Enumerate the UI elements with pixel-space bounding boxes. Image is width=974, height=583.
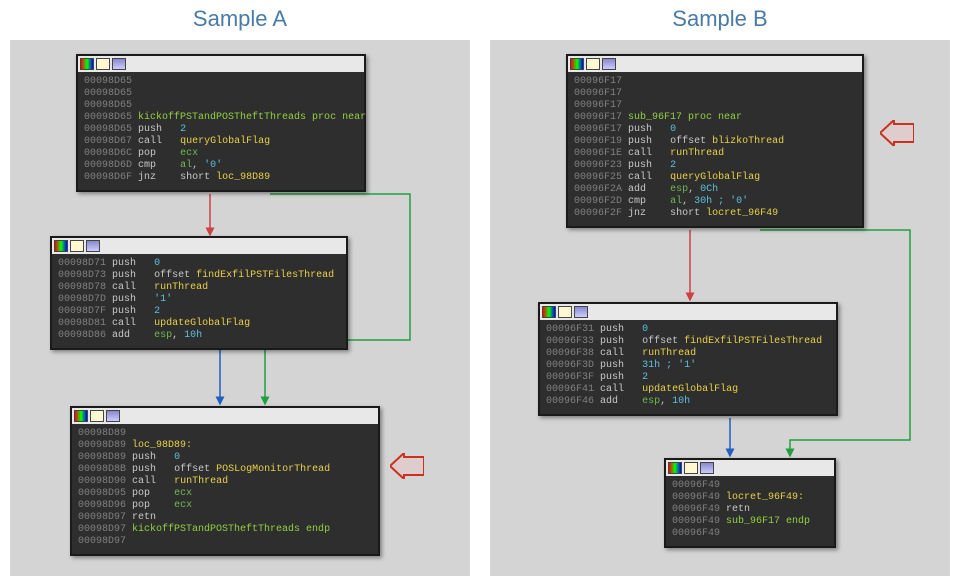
block-code: 00096F49 00096F49 locret_96F49: 00096F49… xyxy=(666,476,834,546)
block-a-0[interactable]: 00098D65 00098D65 00098D65 00098D65 kick… xyxy=(76,54,366,192)
block-code: 00098D89 00098D89 loc_98D89: 00098D89 pu… xyxy=(72,424,378,554)
callout-arrow-icon xyxy=(390,453,424,479)
sample-a-title: Sample A xyxy=(193,6,287,32)
sample-b-column: Sample B 00096F17 00096F17 00096F17 0009… xyxy=(490,0,950,576)
block-b-2[interactable]: 00096F49 00096F49 locret_96F49: 00096F49… xyxy=(664,458,836,548)
sample-b-panel: 00096F17 00096F17 00096F17 00096F17 sub_… xyxy=(490,40,950,576)
block-titlebar[interactable] xyxy=(540,304,836,320)
edit-icon[interactable] xyxy=(586,58,600,70)
edit-icon[interactable] xyxy=(90,410,104,422)
block-code: 00098D71 push 0 00098D73 push offset fin… xyxy=(52,254,346,348)
color-icon[interactable] xyxy=(542,306,556,318)
sample-b-title: Sample B xyxy=(672,6,767,32)
edit-icon[interactable] xyxy=(70,240,84,252)
block-code: 00096F31 push 0 00096F33 push offset fin… xyxy=(540,320,836,414)
block-a-1[interactable]: 00098D71 push 0 00098D73 push offset fin… xyxy=(50,236,348,350)
view-icon[interactable] xyxy=(602,58,616,70)
sample-a-panel: 00098D65 00098D65 00098D65 00098D65 kick… xyxy=(10,40,470,576)
block-titlebar[interactable] xyxy=(666,460,834,476)
view-icon[interactable] xyxy=(86,240,100,252)
view-icon[interactable] xyxy=(106,410,120,422)
color-icon[interactable] xyxy=(570,58,584,70)
block-b-0[interactable]: 00096F17 00096F17 00096F17 00096F17 sub_… xyxy=(566,54,864,228)
block-b-1[interactable]: 00096F31 push 0 00096F33 push offset fin… xyxy=(538,302,838,416)
callout-arrow-icon xyxy=(880,120,914,146)
block-a-2[interactable]: 00098D89 00098D89 loc_98D89: 00098D89 pu… xyxy=(70,406,380,556)
edit-icon[interactable] xyxy=(96,58,110,70)
edit-icon[interactable] xyxy=(684,462,698,474)
root-layout: Sample A 00098D65 00098D65 00098D xyxy=(0,0,974,576)
color-icon[interactable] xyxy=(54,240,68,252)
block-code: 00098D65 00098D65 00098D65 00098D65 kick… xyxy=(78,72,364,190)
block-titlebar[interactable] xyxy=(78,56,364,72)
block-titlebar[interactable] xyxy=(52,238,346,254)
block-titlebar[interactable] xyxy=(72,408,378,424)
view-icon[interactable] xyxy=(574,306,588,318)
color-icon[interactable] xyxy=(74,410,88,422)
sample-a-column: Sample A 00098D65 00098D65 00098D xyxy=(10,0,470,576)
view-icon[interactable] xyxy=(700,462,714,474)
color-icon[interactable] xyxy=(668,462,682,474)
color-icon[interactable] xyxy=(80,58,94,70)
view-icon[interactable] xyxy=(112,58,126,70)
edit-icon[interactable] xyxy=(558,306,572,318)
block-code: 00096F17 00096F17 00096F17 00096F17 sub_… xyxy=(568,72,862,226)
block-titlebar[interactable] xyxy=(568,56,862,72)
